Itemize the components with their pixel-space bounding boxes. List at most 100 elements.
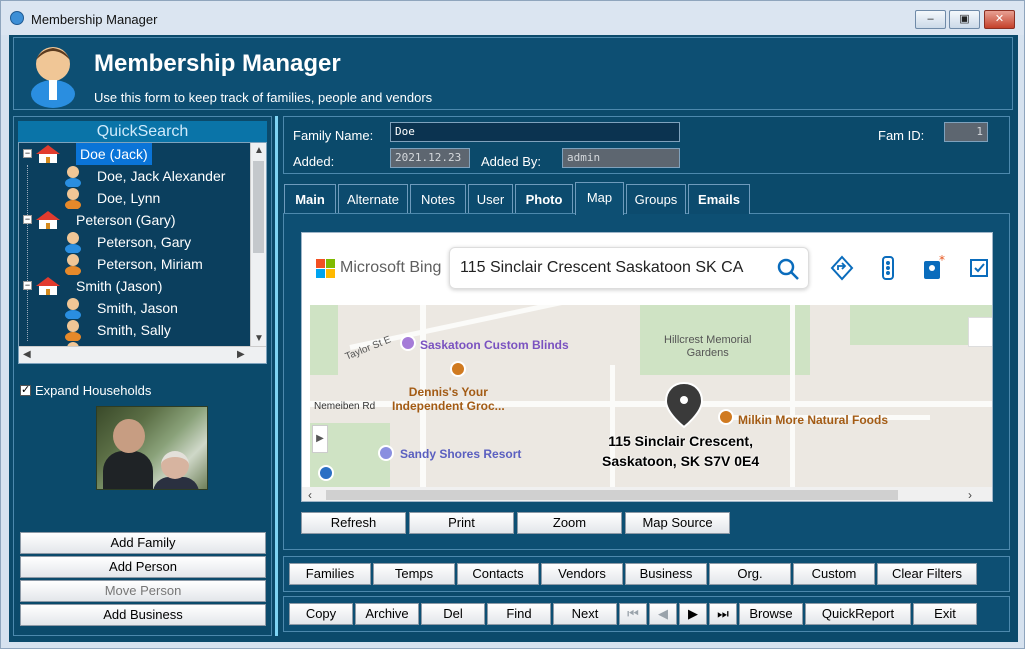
tree-horizontal-scrollbar[interactable]: ◀ ▶ (19, 346, 266, 363)
tree-vertical-scrollbar[interactable]: ▲ ▼ (250, 143, 266, 347)
last-record-icon[interactable]: ⏭ (709, 603, 737, 625)
map-canvas[interactable]: Taylor St E Nemeiben Rd Saskatoon Custom… (310, 305, 992, 487)
tree-family-peterson[interactable]: − Peterson (Gary) (19, 209, 251, 231)
browse-button[interactable]: Browse (739, 603, 803, 625)
close-button[interactable]: ✕ (984, 10, 1015, 29)
expand-panel-icon[interactable]: ▶ (312, 425, 328, 453)
poi-icon[interactable] (318, 465, 334, 481)
exit-button[interactable]: Exit (913, 603, 977, 625)
tab-alternate[interactable]: Alternate (338, 184, 408, 214)
tree-family-smith[interactable]: − Smith (Jason) (19, 275, 251, 297)
collapse-icon[interactable]: − (23, 215, 32, 224)
filter-business-button[interactable]: Business (625, 563, 707, 585)
delete-button[interactable]: Del (421, 603, 485, 625)
tree-family-label: Smith (Jason) (76, 278, 163, 294)
filter-temps-button[interactable]: Temps (373, 563, 455, 585)
copy-button[interactable]: Copy (289, 603, 353, 625)
previous-record-icon[interactable]: ◀ (649, 603, 677, 625)
map-layer-icon[interactable] (968, 317, 992, 347)
find-button[interactable]: Find (487, 603, 551, 625)
scroll-left-icon[interactable]: ‹ (308, 488, 312, 501)
panel-splitter[interactable] (275, 116, 278, 636)
maximize-button[interactable]: ▣ (949, 10, 980, 29)
poi-icon[interactable] (718, 409, 734, 425)
house-icon (36, 211, 60, 229)
scroll-down-icon[interactable]: ▼ (254, 333, 264, 344)
directions-icon[interactable] (830, 255, 854, 281)
poi-icon[interactable] (400, 335, 416, 351)
traffic-icon[interactable] (876, 255, 900, 281)
scroll-right-icon[interactable]: ▶ (237, 349, 245, 360)
tree-member[interactable]: Peterson, Gary (19, 231, 251, 253)
poi-label[interactable]: Saskatoon Custom Blinds (420, 338, 569, 352)
tree-family-doe[interactable]: − Doe (Jack) (19, 143, 251, 165)
zoom-button[interactable]: Zoom (517, 512, 622, 534)
first-record-icon[interactable]: ⏮ (619, 603, 647, 625)
add-business-button[interactable]: Add Business (20, 604, 266, 626)
move-person-button[interactable]: Move Person (20, 580, 266, 602)
location-pin-icon[interactable] (664, 381, 704, 429)
poi-label[interactable]: Milkin More Natural Foods (738, 413, 888, 427)
tree-member[interactable]: Doe, Lynn (19, 187, 251, 209)
scroll-thumb[interactable] (326, 490, 898, 500)
collapse-icon[interactable]: − (23, 281, 32, 290)
search-icon[interactable] (776, 257, 800, 281)
scroll-left-icon[interactable]: ◀ (23, 349, 31, 360)
filter-custom-button[interactable]: Custom (793, 563, 875, 585)
person-icon (65, 188, 81, 209)
added-field: 2021.12.23 (390, 148, 470, 168)
tab-groups[interactable]: Groups (626, 184, 686, 214)
checklist-icon[interactable] (968, 255, 992, 281)
tab-emails[interactable]: Emails (688, 184, 750, 214)
scroll-thumb[interactable] (253, 161, 264, 253)
map-search-input[interactable]: 115 Sinclair Crescent Saskatoon SK CA (449, 247, 809, 289)
checkbox-checked-icon[interactable] (20, 383, 31, 396)
tab-map[interactable]: Map (575, 182, 624, 215)
filter-org-button[interactable]: Org. (709, 563, 791, 585)
bing-toolbar: Microsoft Bing 115 Sinclair Crescent Sas… (302, 233, 992, 305)
tab-user[interactable]: User (468, 184, 513, 214)
minimize-button[interactable]: – (915, 10, 946, 29)
family-info-panel: Family Name: Doe Added: 2021.12.23 Added… (283, 116, 1010, 174)
map-source-button[interactable]: Map Source (625, 512, 730, 534)
household-tree[interactable]: − Doe (Jack) Doe, Jack Alexander Doe, Ly… (18, 142, 267, 364)
map-view[interactable]: Microsoft Bing 115 Sinclair Crescent Sas… (301, 232, 993, 502)
next-button[interactable]: Next (553, 603, 617, 625)
quickreport-button[interactable]: QuickReport (805, 603, 911, 625)
add-family-button[interactable]: Add Family (20, 532, 266, 554)
person-icon (65, 232, 81, 253)
collapse-icon[interactable]: − (23, 149, 32, 158)
clear-filters-button[interactable]: Clear Filters (877, 563, 977, 585)
expand-households-checkbox[interactable]: Expand Households (20, 383, 151, 398)
tab-main[interactable]: Main (284, 184, 336, 214)
scroll-right-icon[interactable]: › (968, 488, 972, 501)
filter-vendors-button[interactable]: Vendors (541, 563, 623, 585)
add-person-button[interactable]: Add Person (20, 556, 266, 578)
poi-label[interactable]: Sandy Shores Resort (400, 447, 521, 461)
tree-member[interactable]: Smith, Sally (19, 319, 251, 341)
my-places-icon[interactable]: * (922, 255, 946, 281)
family-name-field[interactable]: Doe (390, 122, 680, 142)
archive-button[interactable]: Archive (355, 603, 419, 625)
person-icon (65, 254, 81, 275)
filter-contacts-button[interactable]: Contacts (457, 563, 539, 585)
tab-notes[interactable]: Notes (410, 184, 466, 214)
print-button[interactable]: Print (409, 512, 514, 534)
next-record-icon[interactable]: ▶ (679, 603, 707, 625)
house-icon (36, 145, 60, 163)
tree-member[interactable]: Smith, Jason (19, 297, 251, 319)
poi-label[interactable]: Dennis's Your Independent Groc... (392, 385, 505, 413)
tab-photo[interactable]: Photo (515, 184, 573, 214)
tree-member[interactable]: Peterson, Miriam (19, 253, 251, 275)
street-label: Nemeiben Rd (314, 401, 376, 412)
person-icon (65, 320, 81, 341)
poi-icon[interactable] (450, 361, 466, 377)
filter-families-button[interactable]: Families (289, 563, 371, 585)
scroll-up-icon[interactable]: ▲ (254, 145, 264, 156)
refresh-button[interactable]: Refresh (301, 512, 406, 534)
poi-icon[interactable] (378, 445, 394, 461)
tree-member-label: Doe, Lynn (97, 190, 161, 206)
tree-member-label: Peterson, Gary (97, 234, 192, 250)
map-horizontal-scrollbar[interactable]: ‹ › (302, 487, 992, 501)
tree-member[interactable]: Doe, Jack Alexander (19, 165, 251, 187)
